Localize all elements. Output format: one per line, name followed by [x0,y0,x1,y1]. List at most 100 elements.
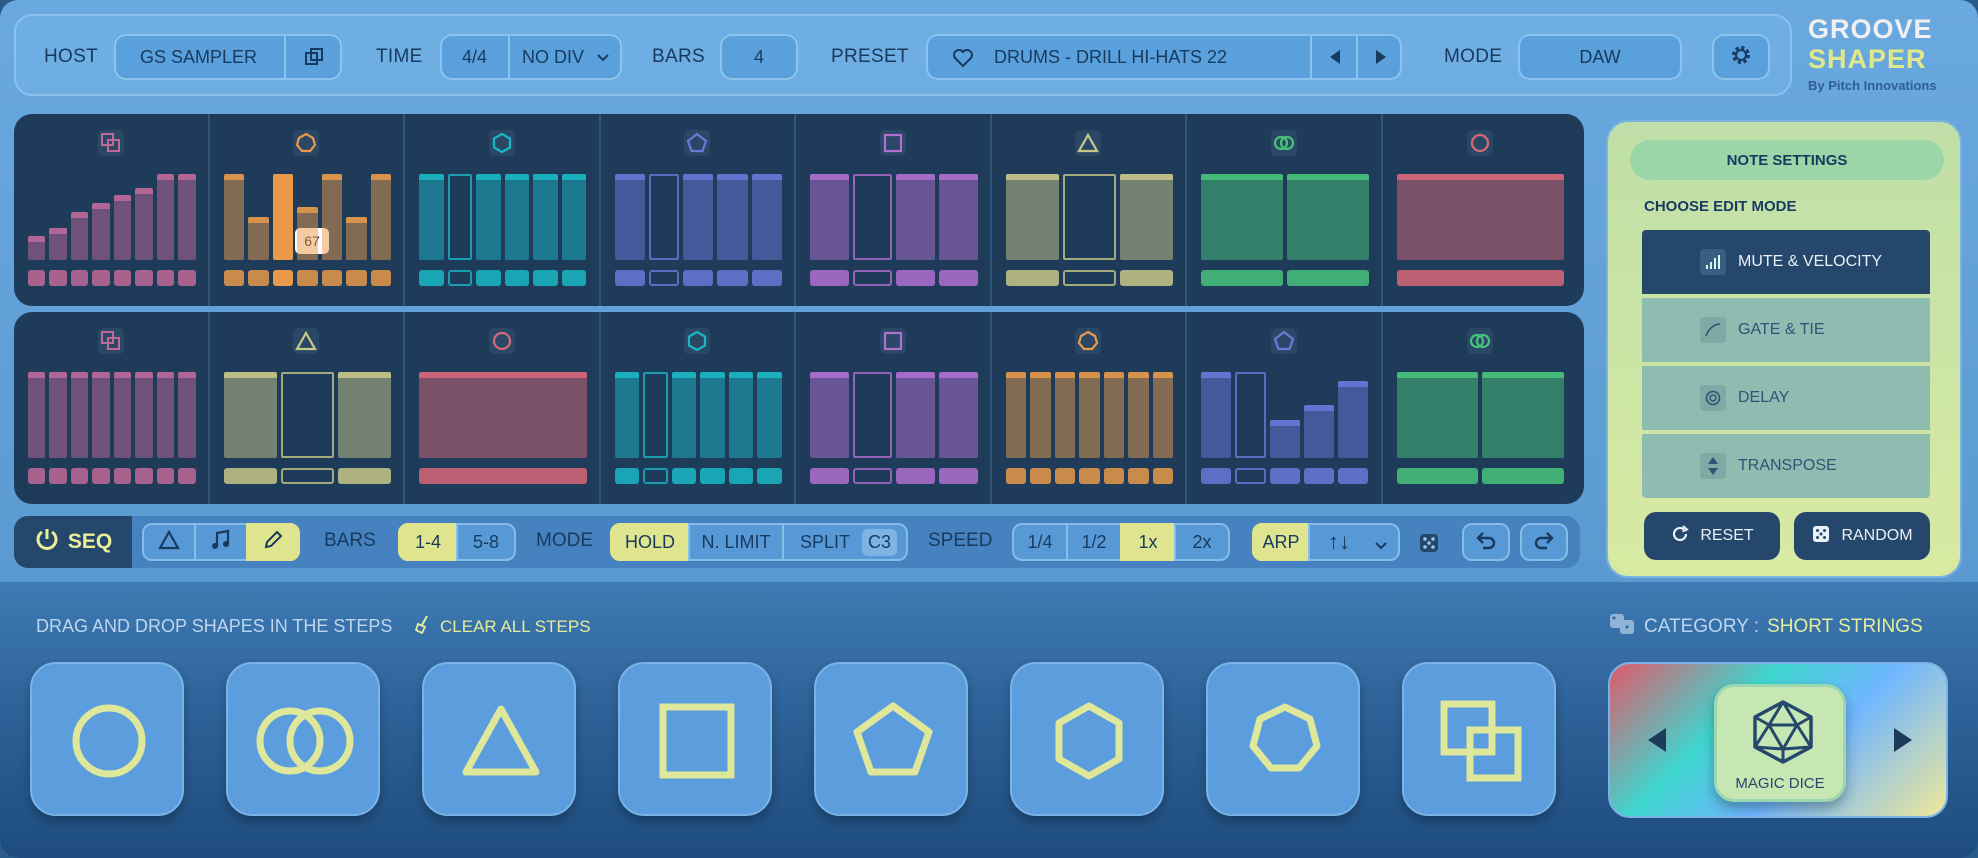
step-toggle[interactable] [1128,468,1149,484]
squares-shape-tile[interactable] [1402,662,1556,816]
sequencer-track[interactable] [14,312,210,504]
step-toggle[interactable] [1482,468,1564,484]
step-bar[interactable] [476,173,501,260]
step-toggle[interactable] [700,468,725,484]
step-bar[interactable] [280,371,334,458]
step-bar[interactable] [938,371,978,458]
step-toggle[interactable] [810,468,849,484]
step-bar[interactable] [248,216,269,260]
step-bar[interactable] [28,371,46,458]
mode-transpose[interactable]: TRANSPOSE [1642,434,1930,498]
step-bar[interactable] [1152,371,1173,458]
step-bar[interactable] [156,371,175,458]
pencil-tool-button[interactable] [246,523,300,561]
step-toggle[interactable] [178,270,196,286]
step-bar[interactable] [533,173,558,260]
step-toggle[interactable] [419,468,587,484]
magic-dice-button[interactable]: MAGIC DICE [1714,684,1846,802]
step-bar[interactable] [419,173,444,260]
step-toggle[interactable] [1201,270,1283,286]
step-toggle[interactable] [223,468,277,484]
host-selector[interactable]: GS SAMPLER [114,34,342,80]
step-bar[interactable] [1482,371,1564,458]
sequencer-track[interactable] [405,312,601,504]
step-toggle[interactable] [1005,270,1059,286]
rings-shape-tile[interactable] [226,662,380,816]
speed-1x-button[interactable]: 1x [1120,523,1176,561]
step-toggle[interactable] [447,270,473,286]
sequencer-track[interactable] [210,312,405,504]
step-bar[interactable] [852,173,892,260]
step-toggle[interactable] [717,270,748,286]
step-toggle[interactable] [280,468,334,484]
redo-button[interactable] [1520,523,1568,561]
step-bar[interactable] [717,173,748,260]
step-toggle[interactable] [648,270,680,286]
step-bar[interactable] [272,173,293,260]
step-toggle[interactable] [346,270,367,286]
next-category-icon[interactable] [1892,726,1914,759]
step-bar[interactable] [135,188,153,260]
hold-button[interactable]: HOLD [610,523,690,561]
step-bar[interactable] [92,371,110,458]
step-bar[interactable] [49,228,67,260]
step-bar[interactable] [728,371,754,458]
step-toggle[interactable] [852,468,892,484]
step-bar[interactable] [178,173,196,260]
step-toggle[interactable] [49,468,67,484]
step-toggle[interactable] [1054,468,1075,484]
step-bar[interactable] [70,371,89,458]
step-toggle[interactable] [297,270,318,286]
sequencer-track[interactable] [796,312,992,504]
bars-value[interactable]: 4 [720,34,798,80]
step-bar[interactable] [671,371,697,458]
circle-shape-tile[interactable] [30,662,184,816]
step-toggle[interactable] [671,468,697,484]
step-bar[interactable] [1286,173,1369,260]
step-bar[interactable] [178,371,196,458]
mode-mute-velocity[interactable]: MUTE & VELOCITY [1642,230,1930,294]
step-bar[interactable] [643,371,668,458]
step-bar[interactable] [1103,371,1124,458]
sequencer-track[interactable] [992,312,1187,504]
step-toggle[interactable] [476,270,501,286]
step-toggle[interactable] [113,468,132,484]
sequencer-track[interactable] [1383,114,1579,306]
prev-preset-icon[interactable] [1328,49,1342,70]
note-tool-button[interactable] [194,523,248,561]
step-toggle[interactable] [337,468,391,484]
sequencer-track[interactable] [1187,114,1383,306]
step-bar[interactable] [113,194,132,260]
random-button[interactable]: RANDOM [1794,512,1930,560]
step-bar[interactable] [648,173,680,260]
step-toggle[interactable] [156,468,175,484]
step-bar[interactable] [561,173,587,260]
time-selector[interactable]: 4/4 NO DIV [440,34,622,80]
reset-button[interactable]: RESET [1644,512,1780,560]
step-toggle[interactable] [135,468,153,484]
prev-category-icon[interactable] [1646,726,1668,759]
step-toggle[interactable] [419,270,444,286]
sequencer-track[interactable] [14,114,210,306]
step-bar[interactable] [700,371,725,458]
step-toggle[interactable] [113,270,132,286]
note-limit-button[interactable]: N. LIMIT [688,523,784,561]
step-bar[interactable] [1005,371,1026,458]
step-toggle[interactable] [504,270,530,286]
step-toggle[interactable] [683,270,714,286]
hexagon-shape-tile[interactable] [1010,662,1164,816]
step-toggle[interactable] [70,270,89,286]
step-toggle[interactable] [1269,468,1300,484]
step-toggle[interactable] [614,468,640,484]
step-bar[interactable] [938,173,978,260]
step-bar[interactable] [297,207,318,260]
step-bar[interactable] [1201,173,1283,260]
step-toggle[interactable] [28,270,46,286]
sequencer-track[interactable] [1383,312,1579,504]
sequencer-track[interactable] [1187,312,1383,504]
step-bar[interactable] [92,202,110,260]
pentagon-shape-tile[interactable] [814,662,968,816]
step-toggle[interactable] [1396,468,1479,484]
step-toggle[interactable] [272,270,293,286]
triangle-shape-tile[interactable] [422,662,576,816]
